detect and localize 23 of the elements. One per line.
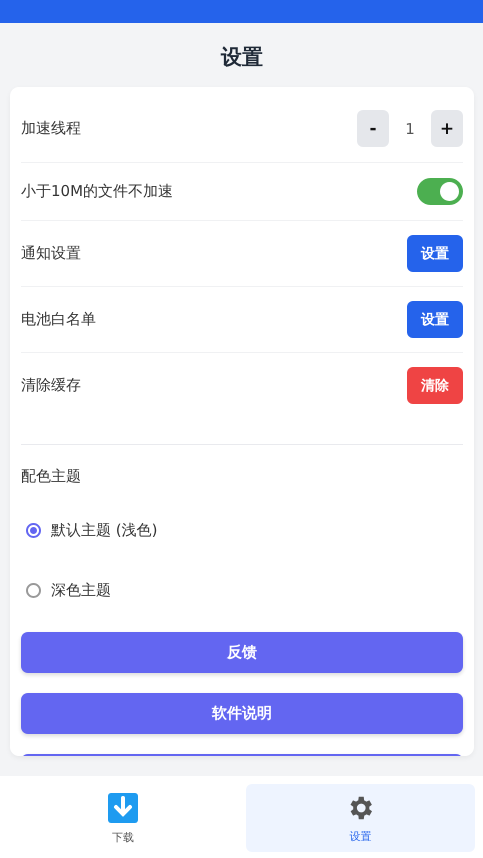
nav-tab[interactable]: 设置: [246, 784, 475, 852]
radio-button[interactable]: [26, 522, 41, 538]
radio-button[interactable]: [26, 582, 41, 598]
setting-label: 清除缓存: [21, 376, 81, 395]
decrement-button[interactable]: -: [357, 110, 389, 147]
download-icon: [106, 792, 139, 824]
theme-option[interactable]: 默认主题 (浅色): [21, 500, 463, 560]
setting-label: 通知设置: [21, 244, 81, 263]
setting-button[interactable]: 设置: [407, 301, 463, 338]
setting-label: 小于10M的文件不加速: [21, 182, 174, 201]
setting-button[interactable]: 设置: [407, 235, 463, 272]
action-button[interactable]: 反馈: [21, 632, 463, 673]
stepper-value: 1: [404, 120, 416, 138]
setting-label: 加速线程: [21, 119, 81, 138]
section-label: 配色主题: [21, 467, 82, 486]
increment-button[interactable]: +: [431, 110, 463, 147]
setting-button[interactable]: 清除: [407, 367, 463, 404]
nav-tab[interactable]: 下载: [8, 784, 238, 852]
page-title: 设置: [220, 44, 264, 71]
action-button[interactable]: 软件说明: [21, 693, 463, 734]
toggle-switch[interactable]: [417, 178, 463, 205]
setting-label: 电池白名单: [21, 310, 96, 329]
theme-option[interactable]: 深色主题: [21, 560, 463, 620]
